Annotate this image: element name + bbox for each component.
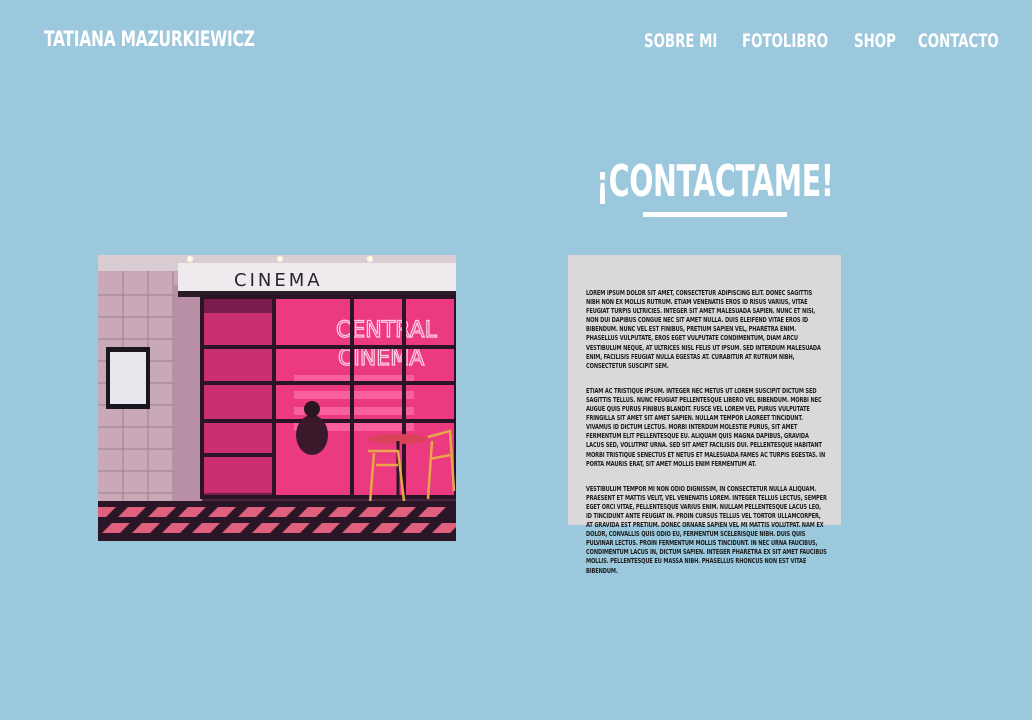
cinema-photo: CINEMA CENTRAL CINEMA bbox=[98, 255, 456, 541]
paragraph-3: Vestibulum tempor mi non odio dignissim,… bbox=[586, 484, 827, 575]
main-nav: SOBRE MI FOTOLIBRO SHOP CONTACTO bbox=[0, 30, 1032, 56]
contact-text-card: Lorem ipsum dolor sit amet, consectetur … bbox=[568, 255, 841, 575]
paragraph-2: Etiam ac tristique ipsum. Integer nec me… bbox=[586, 386, 826, 468]
nav-link-shop[interactable]: SHOP bbox=[854, 30, 896, 52]
nav-link-sobre-mi[interactable]: SOBRE MI bbox=[644, 30, 717, 52]
cinema-sign-text: CINEMA bbox=[234, 270, 323, 291]
nav-link-contacto[interactable]: CONTACTO bbox=[918, 30, 999, 52]
title-underline bbox=[643, 212, 787, 217]
page-title: ¡CONTACTAME! bbox=[596, 156, 834, 207]
paragraph-1: Lorem ipsum dolor sit amet, consectetur … bbox=[586, 289, 821, 370]
nav-link-fotolibro[interactable]: FOTOLIBRO bbox=[742, 30, 828, 52]
